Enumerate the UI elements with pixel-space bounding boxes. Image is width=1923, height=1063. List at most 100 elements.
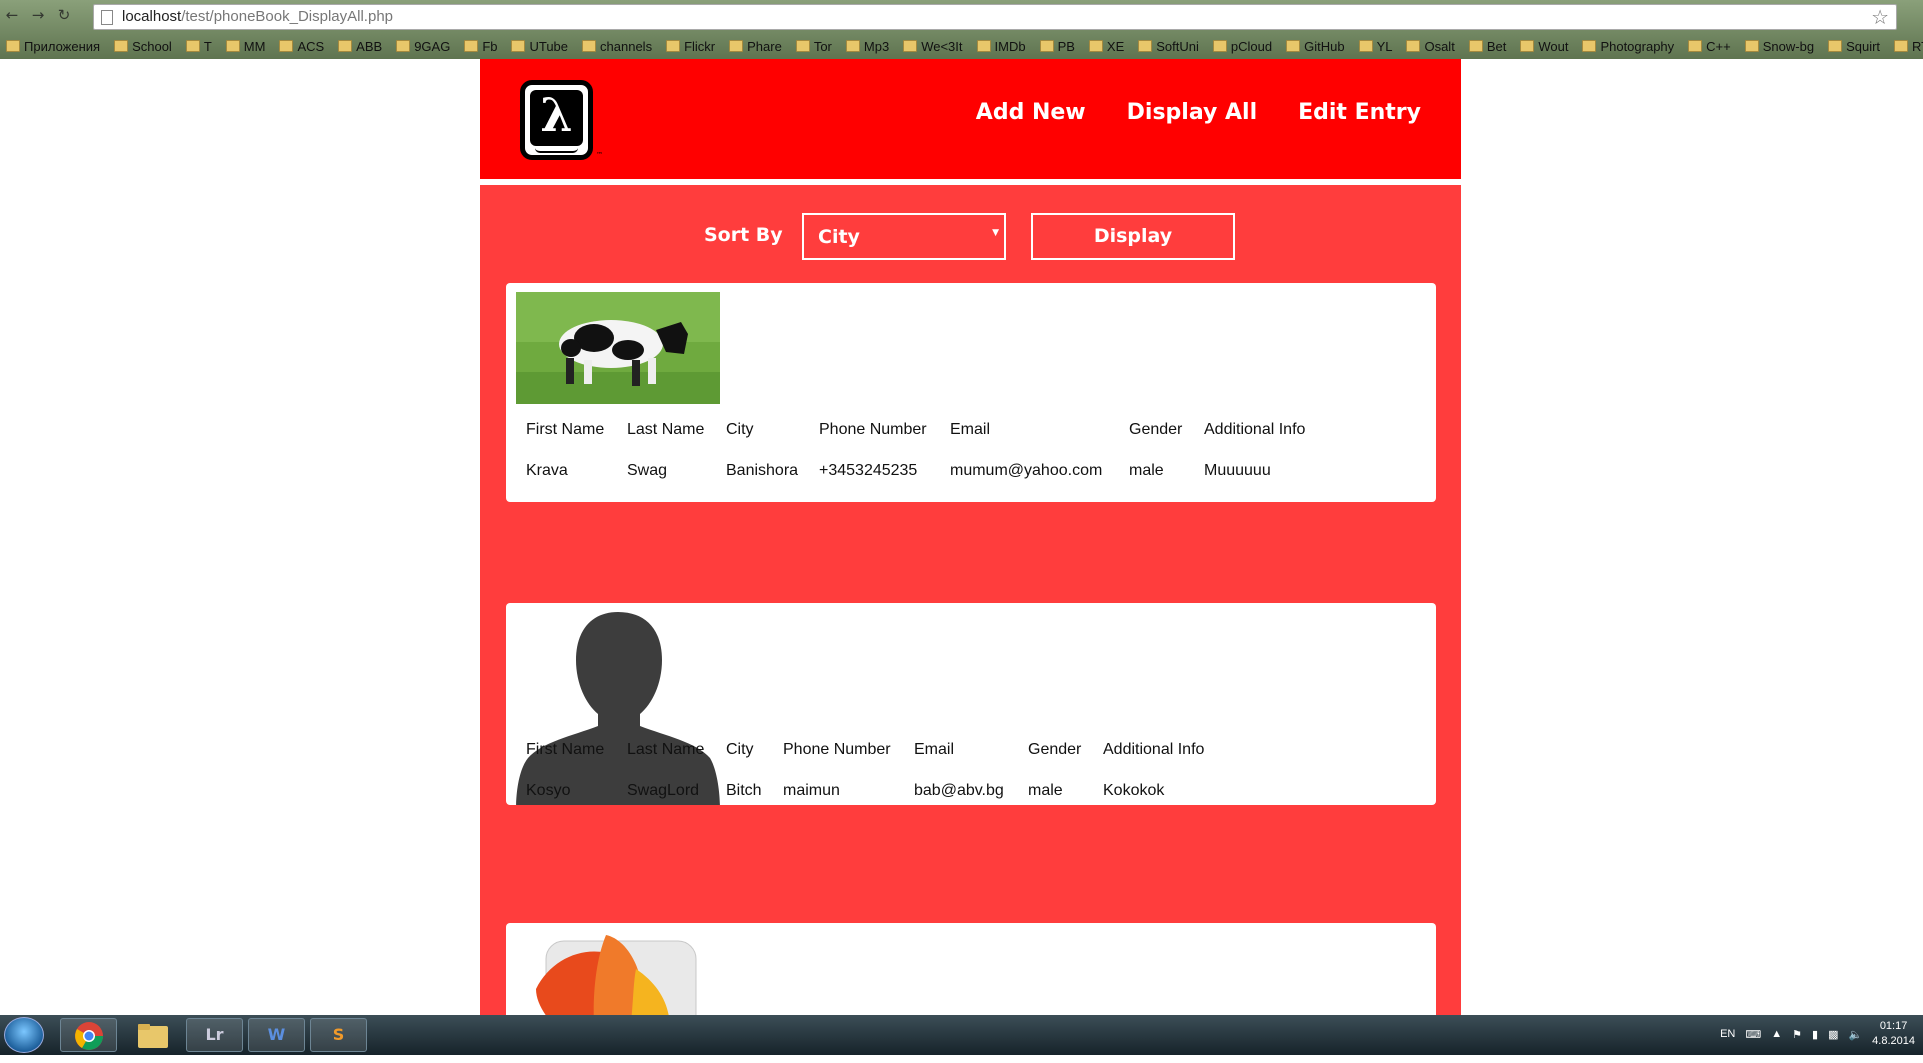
bookmark-softuni[interactable]: SoftUni <box>1138 39 1199 54</box>
last-name: SwagLord <box>627 782 700 799</box>
sort-by-select[interactable]: City ▼ <box>802 213 1006 260</box>
bookmark-pcloud[interactable]: pCloud <box>1212 39 1272 54</box>
gender: male <box>1028 782 1063 799</box>
cloud-icon <box>1212 40 1227 52</box>
bookmark-xe[interactable]: XE <box>1088 39 1124 54</box>
site-icon <box>1039 40 1054 52</box>
feather-app-icon-image <box>536 935 697 1015</box>
main-nav: Add New Display All Edit Entry <box>976 100 1421 125</box>
browser-nav: ← → ↻ <box>2 5 74 25</box>
clock[interactable]: 01:17 4.8.2014 <box>1872 1019 1915 1049</box>
folder-icon <box>729 40 744 52</box>
col-city: City <box>726 421 754 438</box>
logo-walking-fingers-icon: λ <box>530 88 583 146</box>
bookmark-squirt[interactable]: Squirt <box>1828 39 1880 54</box>
site-icon <box>1406 40 1421 52</box>
forward-icon[interactable]: → <box>28 5 48 25</box>
sort-bar: Sort By City ▼ Display <box>480 212 1461 260</box>
battery-icon[interactable]: ▮ <box>1812 1028 1818 1041</box>
bookmarks-bar: Приложения School T MM ACS ABB 9GAG Fb U… <box>0 34 1923 58</box>
lightroom-icon[interactable]: Lr <box>186 1018 243 1052</box>
bookmark-tor[interactable]: Tor <box>795 39 832 54</box>
site-icon <box>279 40 294 52</box>
bookmark-mp3[interactable]: Mp3 <box>845 39 889 54</box>
chrome-logo-icon <box>74 1022 103 1050</box>
bookmark-photography[interactable]: Photography <box>1582 39 1674 54</box>
first-name: Krava <box>526 462 568 479</box>
bookmark-github[interactable]: GitHub <box>1286 39 1345 54</box>
language-indicator[interactable]: EN <box>1720 1028 1735 1040</box>
col-info: Additional Info <box>1103 741 1205 758</box>
data-row: Krava Swag Banishora +3453245235 mumum@y… <box>526 462 1271 480</box>
bookmark-9gag[interactable]: 9GAG <box>396 39 450 54</box>
folder-icon <box>795 40 810 52</box>
col-first-name: First Name <box>526 421 605 438</box>
nav-add-new[interactable]: Add New <box>976 100 1086 125</box>
nav-edit-entry[interactable]: Edit Entry <box>1298 100 1421 125</box>
bookmark-yl[interactable]: YL <box>1358 39 1392 54</box>
bookmark-star-icon[interactable]: ☆ <box>1871 5 1889 29</box>
col-email: Email <box>950 421 991 438</box>
bookmark-pb[interactable]: PB <box>1039 39 1075 54</box>
entry-card: First Name Last Name City Phone Number E… <box>506 283 1436 502</box>
bookmark-snow-bg[interactable]: Snow-bg <box>1744 39 1814 54</box>
folder-icon <box>845 40 860 52</box>
bookmark-we3it[interactable]: We<3It <box>903 39 963 54</box>
bookmark-bet[interactable]: Bet <box>1468 39 1506 54</box>
bookmark-mm[interactable]: MM <box>225 39 265 54</box>
explorer-icon[interactable] <box>124 1018 181 1052</box>
logo-trademark: ™ <box>596 151 603 159</box>
phone-number: +3453245235 <box>819 462 918 479</box>
bookmark-phare[interactable]: Phare <box>729 39 782 54</box>
bookmark-flickr[interactable]: Flickr <box>666 39 715 54</box>
yellow-pages-logo[interactable]: λ <box>520 80 593 160</box>
bookmark-rt[interactable]: RT <box>1894 39 1923 54</box>
reload-icon[interactable]: ↻ <box>54 5 74 25</box>
site-icon <box>185 40 200 52</box>
back-icon[interactable]: ← <box>2 5 22 25</box>
sublime-icon[interactable]: S <box>310 1018 367 1052</box>
bookmark-imdb[interactable]: IMDb <box>976 39 1026 54</box>
bookmark-osalt[interactable]: Osalt <box>1406 39 1455 54</box>
site-icon <box>396 40 411 52</box>
bookmark-fb[interactable]: Fb <box>464 39 497 54</box>
bookmark-t[interactable]: T <box>185 39 212 54</box>
folder-icon <box>582 40 597 52</box>
col-info: Additional Info <box>1204 421 1306 438</box>
bookmark-wout[interactable]: Wout <box>1520 39 1568 54</box>
col-last-name: Last Name <box>627 741 705 758</box>
bookmark-apps[interactable]: Приложения <box>6 39 100 54</box>
chrome-icon[interactable] <box>60 1018 117 1052</box>
page-icon <box>101 10 113 25</box>
site-icon <box>225 40 240 52</box>
clock-date: 4.8.2014 <box>1872 1035 1915 1047</box>
page-icon <box>1828 40 1843 52</box>
windows-taskbar: Lr W S EN ⌨ ▲ ⚑ ▮ ▩ 🔈 01:17 4.8.2014 <box>0 1015 1923 1055</box>
header-row: First Name Last Name City Phone Number E… <box>526 421 1305 439</box>
volume-icon[interactable]: 🔈 <box>1848 1028 1862 1041</box>
start-button-icon[interactable] <box>4 1017 44 1053</box>
flickr-icon <box>666 40 681 52</box>
network-icon[interactable]: ▩ <box>1828 1028 1838 1041</box>
bookmark-cpp[interactable]: C++ <box>1688 39 1731 54</box>
nav-display-all[interactable]: Display All <box>1127 100 1257 125</box>
keyboard-icon[interactable]: ⌨ <box>1745 1028 1761 1041</box>
bookmark-abb[interactable]: ABB <box>338 39 382 54</box>
gender: male <box>1129 462 1164 479</box>
word-icon[interactable]: W <box>248 1018 305 1052</box>
url-text[interactable]: localhost/test/phoneBook_DisplayAll.php <box>122 8 393 25</box>
col-last-name: Last Name <box>627 421 705 438</box>
folder-icon <box>137 1024 168 1048</box>
bookmark-school[interactable]: School <box>114 39 172 54</box>
bookmark-acs[interactable]: ACS <box>279 39 324 54</box>
content-area: Sort By City ▼ Display First Name Last N… <box>480 185 1461 1015</box>
show-hidden-icons[interactable]: ▲ <box>1771 1028 1782 1040</box>
bookmark-channels[interactable]: channels <box>582 39 652 54</box>
col-gender: Gender <box>1129 421 1183 438</box>
display-button[interactable]: Display <box>1031 213 1235 260</box>
bookmark-utube[interactable]: UTube <box>511 39 568 54</box>
action-center-flag-icon[interactable]: ⚑ <box>1792 1028 1802 1041</box>
col-email: Email <box>914 741 955 758</box>
imdb-icon <box>976 40 991 52</box>
address-bar[interactable]: localhost/test/phoneBook_DisplayAll.php … <box>93 4 1897 30</box>
